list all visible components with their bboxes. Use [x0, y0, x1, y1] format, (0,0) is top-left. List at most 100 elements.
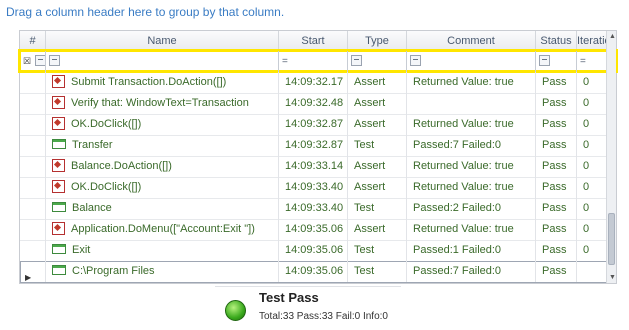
- iteration-cell: 0: [577, 156, 607, 177]
- error-icon: [52, 221, 65, 235]
- status-cell: Pass: [536, 198, 577, 219]
- type-cell-text: Assert: [354, 181, 386, 193]
- type-filter-cell[interactable]: [348, 51, 407, 72]
- type-cell-text: Test: [354, 139, 375, 151]
- comment-filter-cell[interactable]: [407, 51, 536, 72]
- type-cell-text: Assert: [354, 97, 386, 109]
- iteration-cell-text: 0: [583, 139, 590, 151]
- type-cell-text: Assert: [354, 223, 386, 235]
- name-cell: Exit: [46, 240, 279, 261]
- name-cell-text: C:\Program Files: [72, 265, 155, 277]
- row-selector-cell[interactable]: [20, 198, 46, 219]
- row-selector-cell[interactable]: [20, 177, 46, 198]
- table-row[interactable]: Submit Transaction.DoAction([]) 14:09:32.…: [20, 72, 616, 94]
- col-comment-header[interactable]: Comment: [407, 31, 536, 52]
- row-selector-cell[interactable]: [20, 219, 46, 240]
- comment-cell: Returned Value: true: [407, 114, 536, 135]
- comment-cell: Passed:7 Failed:0: [407, 261, 536, 282]
- iteration-cell: [577, 261, 607, 282]
- col-status-header[interactable]: Status: [536, 31, 577, 52]
- start-cell: 14:09:35.06: [279, 240, 348, 261]
- type-cell: Assert: [348, 156, 407, 177]
- col-index-header[interactable]: #: [20, 31, 46, 52]
- name-cell-text: OK.DoClick([]): [71, 118, 142, 130]
- row-selector-cell[interactable]: [20, 72, 46, 93]
- table-row[interactable]: OK.DoClick([]) 14:09:33.40 Assert Returned …: [20, 177, 616, 199]
- row-selector-cell[interactable]: [20, 240, 46, 261]
- filter-row: ☒ = =: [18, 49, 618, 73]
- start-filter-cell[interactable]: =: [279, 51, 348, 72]
- start-cell: 14:09:32.17: [279, 72, 348, 93]
- status-cell-text: Pass: [542, 265, 567, 277]
- name-filter-cell[interactable]: [46, 51, 279, 72]
- row-selector-cell[interactable]: [20, 114, 46, 135]
- table-row[interactable]: OK.DoClick([]) 14:09:32.87 Assert Returned …: [20, 114, 616, 136]
- row-selector-cell[interactable]: [20, 156, 46, 177]
- col-start-header[interactable]: Start: [279, 31, 348, 52]
- iteration-cell-text: 0: [583, 118, 590, 130]
- start-cell-text: 14:09:33.40: [285, 181, 344, 193]
- comment-cell: [407, 93, 536, 114]
- comment-cell-text: Returned Value: true: [413, 160, 514, 172]
- name-cell-text: Verify that: WindowText=Transaction: [71, 97, 249, 109]
- name-cell-text: Transfer: [72, 139, 113, 151]
- comment-cell: Passed:2 Failed:0: [407, 198, 536, 219]
- group-by-hint: Drag a column header here to group by th…: [6, 5, 285, 19]
- status-cell: Pass: [536, 261, 577, 282]
- error-icon: [52, 158, 65, 172]
- filter-icon[interactable]: [49, 54, 60, 66]
- comment-cell: Passed:1 Failed:0: [407, 240, 536, 261]
- comment-cell-text: Passed:1 Failed:0: [413, 244, 502, 256]
- filter-icon[interactable]: [539, 54, 550, 66]
- status-cell-text: Pass: [542, 97, 567, 109]
- results-grid: # Name Start Type Comment Status Iterati…: [18, 30, 618, 284]
- table-row[interactable]: Verify that: WindowText=Transaction 14:09…: [20, 93, 616, 115]
- filter-icon[interactable]: [35, 54, 45, 66]
- iteration-filter-operator[interactable]: =: [580, 56, 586, 67]
- filter-icon[interactable]: [351, 54, 362, 66]
- type-cell-text: Assert: [354, 160, 386, 172]
- col-name-header[interactable]: Name: [46, 31, 279, 52]
- type-cell: Test: [348, 240, 407, 261]
- clear-filter-icon[interactable]: ☒: [23, 56, 31, 66]
- scrollbar-thumb[interactable]: [608, 213, 615, 265]
- table-row[interactable]: Balance 14:09:33.40 Test Passed:2 Failed:0 P…: [20, 198, 616, 220]
- status-cell-text: Pass: [542, 223, 567, 235]
- table-row[interactable]: Application.DoMenu(["Account:Exit "]) 14:…: [20, 219, 616, 241]
- table-row[interactable]: Exit 14:09:35.06 Test Passed:1 Failed:0 Pass…: [20, 240, 616, 262]
- type-cell: Assert: [348, 177, 407, 198]
- start-cell: 14:09:32.87: [279, 135, 348, 156]
- comment-cell-text: Returned Value: true: [413, 181, 514, 193]
- status-filter-cell[interactable]: [536, 51, 577, 72]
- start-cell-text: 14:09:32.87: [285, 139, 344, 151]
- type-cell-text: Assert: [354, 76, 386, 88]
- scroll-up-icon[interactable]: ▲: [609, 33, 616, 40]
- vertical-scrollbar[interactable]: ▲ ▼: [606, 31, 616, 283]
- col-type-header[interactable]: Type: [348, 31, 407, 52]
- comment-cell-text: Returned Value: true: [413, 223, 514, 235]
- status-cell-text: Pass: [542, 202, 567, 214]
- row-selector-cell[interactable]: [20, 135, 46, 156]
- iteration-cell: 0: [577, 198, 607, 219]
- type-cell: Test: [348, 198, 407, 219]
- error-icon: [52, 116, 65, 130]
- row-selector-cell[interactable]: ▶: [20, 261, 46, 282]
- table-row[interactable]: Balance.DoAction([]) 14:09:33.14 Assert Ret…: [20, 156, 616, 178]
- start-cell: 14:09:32.87: [279, 114, 348, 135]
- table-row[interactable]: ▶ C:\Program Files 14:09:35.06 Test Passed:7…: [20, 261, 616, 283]
- scroll-down-icon[interactable]: ▼: [609, 274, 616, 281]
- col-iteration-header[interactable]: Iteration: [577, 31, 607, 52]
- row-selector-cell[interactable]: [20, 93, 46, 114]
- start-filter-operator[interactable]: =: [282, 56, 288, 67]
- type-cell-text: Test: [354, 265, 375, 277]
- name-cell-text: OK.DoClick([]): [71, 181, 142, 193]
- table-row[interactable]: Transfer 14:09:32.87 Test Passed:7 Failed:0…: [20, 135, 616, 157]
- filter-icon[interactable]: [410, 54, 421, 66]
- name-cell: Submit Transaction.DoAction([]): [46, 72, 279, 93]
- type-cell: Assert: [348, 219, 407, 240]
- name-cell-text: Application.DoMenu(["Account:Exit "]): [71, 223, 255, 235]
- status-cell-text: Pass: [542, 139, 567, 151]
- iteration-cell: 0: [577, 177, 607, 198]
- start-cell: 14:09:35.06: [279, 261, 348, 282]
- iteration-filter-cell[interactable]: =: [577, 51, 607, 72]
